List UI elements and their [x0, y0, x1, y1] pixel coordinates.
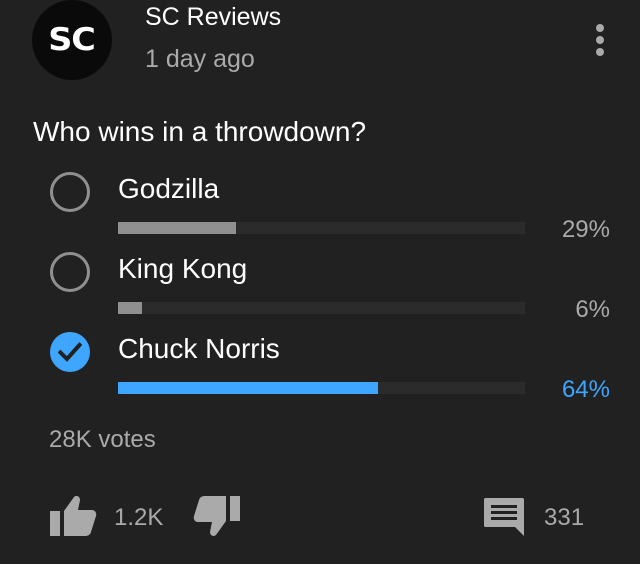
poll-option-label: Godzilla	[118, 173, 220, 204]
poll-result-fill	[118, 382, 379, 394]
menu-dot	[596, 24, 604, 32]
poll-result-fill	[118, 302, 143, 314]
radio-unchecked-icon[interactable]	[50, 252, 90, 292]
channel-name[interactable]: SC Reviews	[145, 3, 281, 32]
like-button[interactable]	[48, 494, 98, 538]
comment-count: 331	[544, 504, 585, 531]
poll-result-percent: 29%	[561, 216, 610, 243]
dislike-button[interactable]	[192, 494, 242, 538]
like-count: 1.2K	[114, 504, 164, 531]
poll-result-bar	[118, 382, 525, 394]
avatar[interactable]: SC	[32, 0, 112, 80]
menu-dot	[596, 48, 604, 56]
thumb-up-icon	[50, 496, 97, 536]
poll-option-chuck-norris[interactable]: Chuck Norris 64%	[0, 330, 640, 410]
poll-option-godzilla[interactable]: Godzilla 29%	[0, 170, 640, 250]
poll-result-percent: 6%	[575, 296, 610, 323]
check-circle-icon[interactable]	[50, 332, 90, 372]
comment-button[interactable]	[482, 496, 526, 538]
comment-icon	[484, 498, 524, 536]
vote-count: 28K votes	[49, 426, 156, 453]
checkmark-icon	[58, 342, 82, 362]
poll-option-label: King Kong	[118, 253, 248, 284]
poll-result-bar	[118, 222, 525, 234]
post-timestamp[interactable]: 1 day ago	[145, 45, 255, 74]
radio-unchecked-icon[interactable]	[50, 172, 90, 212]
poll-option-label: Chuck Norris	[118, 333, 280, 364]
poll-result-bar	[118, 302, 525, 314]
poll-result-fill	[118, 222, 237, 234]
thumb-down-icon	[193, 496, 240, 536]
more-vert-icon[interactable]	[588, 20, 612, 60]
avatar-logo-text: SC	[48, 22, 97, 58]
poll-option-king-kong[interactable]: King Kong 6%	[0, 250, 640, 330]
menu-dot	[596, 36, 604, 44]
poll-question: Who wins in a throwdown?	[33, 116, 367, 147]
poll-result-percent: 64%	[561, 376, 610, 403]
